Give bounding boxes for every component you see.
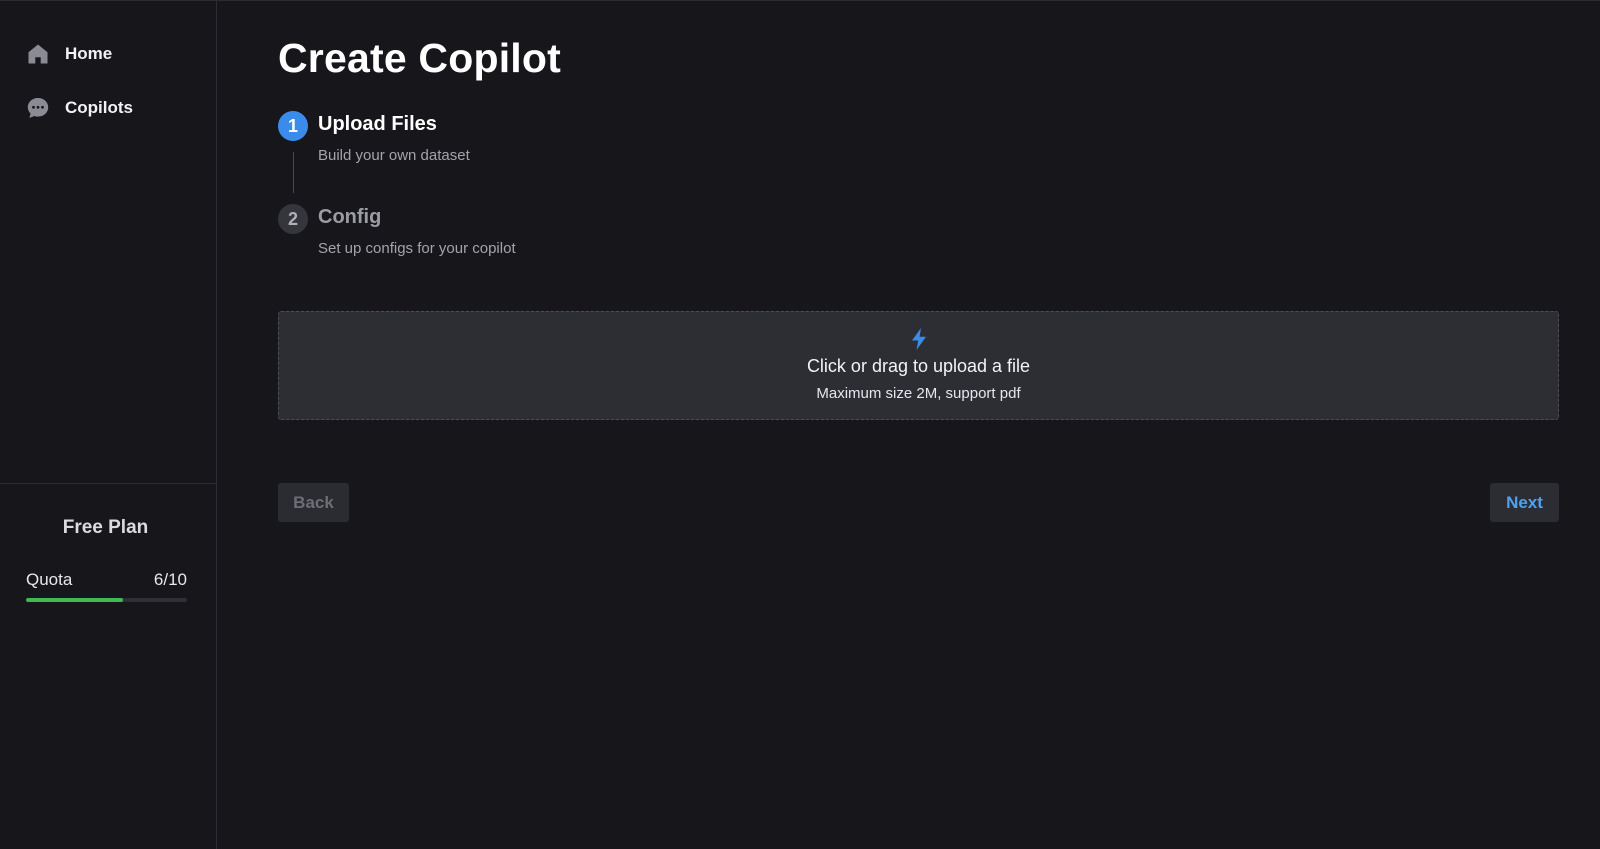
quota-value: 6/10 — [153, 570, 187, 589]
quota-progress-bar — [26, 598, 187, 602]
upload-hint: Maximum size 2M, support pdf — [816, 385, 1021, 402]
upload-instruction: Click or drag to upload a file — [806, 356, 1031, 376]
quota-label: Quota — [26, 570, 73, 589]
page-title: Create Copilot — [278, 35, 561, 81]
step-description: Set up configs for your copilot — [318, 240, 516, 257]
main-content: Create Copilot 1 Upload Files Build your… — [217, 1, 1600, 849]
step-description: Build your own dataset — [318, 147, 470, 164]
sidebar: Home Copilots Free Plan Quota 6/10 — [0, 1, 217, 849]
back-button[interactable]: Back — [278, 483, 349, 522]
sidebar-item-home[interactable]: Home — [26, 40, 112, 68]
step-title: Upload Files — [318, 113, 437, 135]
plan-title: Free Plan — [62, 517, 149, 538]
app-window: Home Copilots Free Plan Quota 6/10 Creat… — [0, 0, 1600, 849]
sidebar-item-copilots[interactable]: Copilots — [26, 94, 133, 122]
sidebar-item-label: Home — [65, 44, 113, 63]
step-number-badge: 1 — [278, 111, 308, 141]
sidebar-divider — [0, 483, 216, 484]
home-icon — [26, 42, 50, 66]
lightning-icon — [279, 328, 1558, 350]
quota-row: Quota 6/10 — [26, 570, 187, 590]
sidebar-item-label: Copilots — [65, 98, 133, 117]
chat-icon — [26, 96, 50, 120]
file-upload-dropzone[interactable]: Click or drag to upload a file Maximum s… — [278, 311, 1559, 420]
step-number-badge: 2 — [278, 204, 308, 234]
quota-progress-fill — [26, 598, 123, 602]
next-button[interactable]: Next — [1490, 483, 1559, 522]
step-title: Config — [318, 206, 382, 228]
step-connector-line — [293, 152, 294, 193]
